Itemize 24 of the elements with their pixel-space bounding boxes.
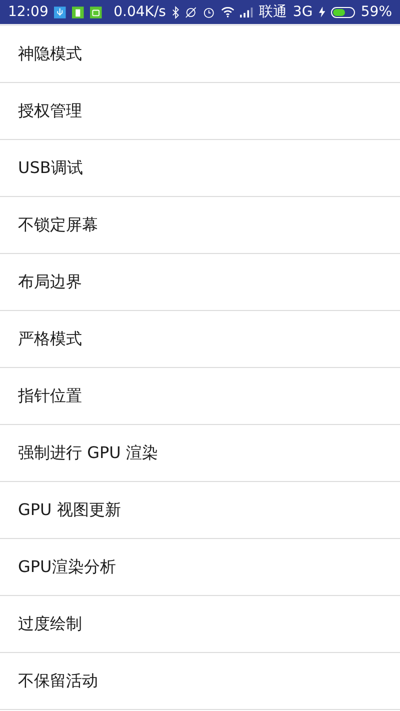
- usb-icon: [54, 6, 66, 18]
- clock: 12:09: [8, 4, 48, 20]
- network-type: 3G: [292, 4, 313, 20]
- settings-item[interactable]: USB调试: [0, 140, 400, 197]
- settings-item[interactable]: 指针位置: [0, 368, 400, 425]
- carrier: 联通: [258, 3, 287, 21]
- battery-app-icon: [72, 6, 84, 18]
- settings-item[interactable]: 强制进行 GPU 渲染: [0, 425, 400, 482]
- alarm-icon: [202, 6, 215, 18]
- settings-item[interactable]: 布局边界: [0, 254, 400, 311]
- settings-item[interactable]: 不保留活动: [0, 653, 400, 710]
- wifi-icon: [220, 6, 234, 18]
- settings-item[interactable]: 神隐模式: [0, 26, 400, 83]
- settings-item[interactable]: 过度绘制: [0, 596, 400, 653]
- bluetooth-icon: [172, 6, 180, 18]
- settings-item[interactable]: 不锁定屏幕: [0, 197, 400, 254]
- settings-item[interactable]: 严格模式: [0, 311, 400, 368]
- signal-icon: [240, 6, 253, 18]
- battery-percent: 59%: [360, 4, 392, 20]
- settings-item[interactable]: GPU渲染分析: [0, 539, 400, 596]
- settings-item[interactable]: 授权管理: [0, 83, 400, 140]
- network-speed: 0.04K/s: [114, 4, 166, 20]
- settings-item[interactable]: GPU 视图更新: [0, 482, 400, 539]
- battery-icon: [331, 6, 355, 18]
